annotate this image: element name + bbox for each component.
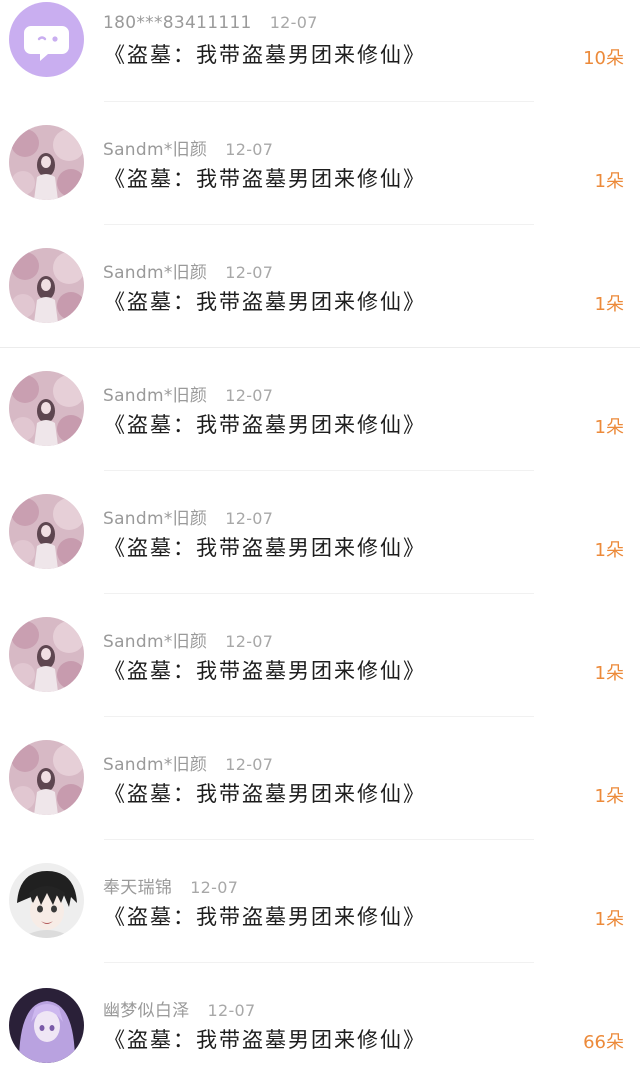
avatar[interactable] [9, 371, 84, 446]
flower-count: 1朵 [594, 786, 624, 807]
avatar[interactable] [9, 494, 84, 569]
gift-date: 12-07 [225, 509, 274, 528]
girl-portrait-icon [9, 494, 84, 569]
book-title: 《盗墓：我带盗墓男团来修仙》 [104, 536, 426, 560]
divider [0, 347, 640, 348]
flower-count: 1朵 [594, 294, 624, 315]
gift-date: 12-07 [207, 1001, 256, 1020]
gift-date: 12-07 [225, 755, 274, 774]
book-title: 《盗墓：我带盗墓男团来修仙》 [104, 905, 426, 929]
user-name: Sandm*旧颜 [103, 755, 208, 775]
user-name: 奉天瑞锦 [103, 878, 173, 898]
gift-date: 12-07 [190, 878, 239, 897]
avatar[interactable] [9, 740, 84, 815]
book-title: 《盗墓：我带盗墓男团来修仙》 [104, 1028, 426, 1052]
divider [104, 593, 534, 594]
girl-portrait-icon [9, 248, 84, 323]
gift-date: 12-07 [225, 263, 274, 282]
avatar[interactable] [9, 125, 84, 200]
list-item[interactable]: 幽梦似白泽 12-07 《盗墓：我带盗墓男团来修仙》 66朵 [0, 967, 640, 1090]
gift-date: 12-07 [225, 386, 274, 405]
divider [104, 962, 534, 963]
divider [104, 839, 534, 840]
list-item[interactable]: Sandm*旧颜 12-07 《盗墓：我带盗墓男团来修仙》 1朵 [0, 598, 640, 721]
book-title: 《盗墓：我带盗墓男团来修仙》 [104, 43, 426, 67]
list-item[interactable]: Sandm*旧颜 12-07 《盗墓：我带盗墓男团来修仙》 1朵 [0, 721, 640, 844]
avatar[interactable] [9, 2, 84, 77]
user-name: Sandm*旧颜 [103, 140, 208, 160]
flower-count: 1朵 [594, 171, 624, 192]
gift-date: 12-07 [225, 632, 274, 651]
list-item[interactable]: 180***83411111 12-07 《盗墓：我带盗墓男团来修仙》 10朵 [0, 0, 640, 105]
divider [104, 470, 534, 471]
girl-portrait-icon [9, 371, 84, 446]
divider [104, 224, 534, 225]
anime-purple-portrait-icon [9, 988, 84, 1063]
girl-portrait-icon [9, 125, 84, 200]
list-item[interactable]: Sandm*旧颜 12-07 《盗墓：我带盗墓男团来修仙》 1朵 [0, 106, 640, 229]
gift-date: 12-07 [269, 13, 318, 32]
flower-count: 1朵 [594, 540, 624, 561]
user-name: Sandm*旧颜 [103, 632, 208, 652]
book-title: 《盗墓：我带盗墓男团来修仙》 [104, 290, 426, 314]
book-title: 《盗墓：我带盗墓男团来修仙》 [104, 659, 426, 683]
chat-bubble-icon [9, 2, 84, 77]
user-name: 幽梦似白泽 [103, 1001, 190, 1021]
gift-list: 180***83411111 12-07 《盗墓：我带盗墓男团来修仙》 10朵 S… [0, 0, 640, 1063]
avatar[interactable] [9, 863, 84, 938]
divider [104, 716, 534, 717]
book-title: 《盗墓：我带盗墓男团来修仙》 [104, 167, 426, 191]
avatar[interactable] [9, 988, 84, 1063]
book-title: 《盗墓：我带盗墓男团来修仙》 [104, 413, 426, 437]
divider [104, 101, 534, 102]
anime-boy-portrait-icon [9, 863, 84, 938]
user-name: Sandm*旧颜 [103, 386, 208, 406]
gift-date: 12-07 [225, 140, 274, 159]
avatar[interactable] [9, 248, 84, 323]
flower-count: 10朵 [583, 48, 624, 69]
avatar[interactable] [9, 617, 84, 692]
list-item[interactable]: Sandm*旧颜 12-07 《盗墓：我带盗墓男团来修仙》 1朵 [0, 352, 640, 475]
list-item[interactable]: 奉天瑞锦 12-07 《盗墓：我带盗墓男团来修仙》 1朵 [0, 844, 640, 967]
girl-portrait-icon [9, 740, 84, 815]
user-name: 180***83411111 [103, 13, 252, 33]
flower-count: 66朵 [583, 1032, 624, 1053]
book-title: 《盗墓：我带盗墓男团来修仙》 [104, 782, 426, 806]
flower-count: 1朵 [594, 909, 624, 930]
girl-portrait-icon [9, 617, 84, 692]
flower-count: 1朵 [594, 417, 624, 438]
flower-count: 1朵 [594, 663, 624, 684]
user-name: Sandm*旧颜 [103, 263, 208, 283]
list-item[interactable]: Sandm*旧颜 12-07 《盗墓：我带盗墓男团来修仙》 1朵 [0, 475, 640, 598]
user-name: Sandm*旧颜 [103, 509, 208, 529]
list-item[interactable]: Sandm*旧颜 12-07 《盗墓：我带盗墓男团来修仙》 1朵 [0, 229, 640, 352]
